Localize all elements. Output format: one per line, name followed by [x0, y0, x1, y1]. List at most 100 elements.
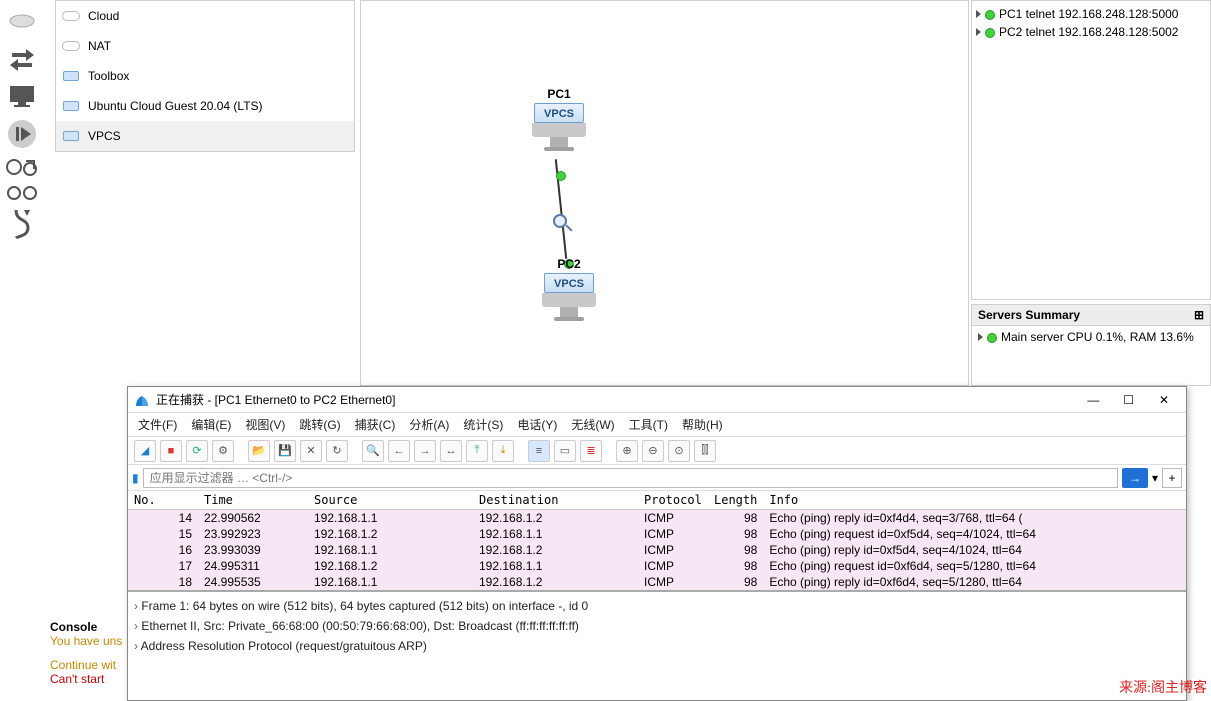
- options-button[interactable]: ⚙: [212, 440, 234, 462]
- detail-ethernet[interactable]: Ethernet II, Src: Private_66:68:00 (00:5…: [134, 616, 1180, 636]
- tool-monitor-icon[interactable]: [0, 78, 44, 114]
- menu-help[interactable]: 帮助(H): [682, 416, 723, 433]
- device-nat[interactable]: NAT: [56, 31, 354, 61]
- jump-button[interactable]: ↔: [440, 440, 462, 462]
- device-toolbox[interactable]: Toolbox: [56, 61, 354, 91]
- servers-summary: Servers Summary⊞ Main server CPU 0.1%, R…: [971, 304, 1211, 386]
- packet-row[interactable]: 1422.990562192.168.1.1192.168.1.2ICMP98E…: [128, 510, 1186, 527]
- toolbar: ◢ ■ ⟳ ⚙ 📂 💾 ✕ ↻ 🔍 ← → ↔ ⤒ ⤓ ≡ ▭ ≣ ⊕ ⊖ ⊙ …: [128, 437, 1186, 465]
- watermark: 来源:阁主博客: [1119, 677, 1207, 697]
- status-icon: [987, 333, 997, 343]
- zoom-out-button[interactable]: ⊖: [642, 440, 664, 462]
- menu-edit[interactable]: 编辑(E): [191, 416, 231, 433]
- bookmark-icon[interactable]: ▮: [132, 471, 139, 485]
- menu-wireless[interactable]: 无线(W): [571, 416, 614, 433]
- console-line: Can't start: [50, 672, 126, 686]
- colorize-button[interactable]: ▭: [554, 440, 576, 462]
- next-button[interactable]: →: [414, 440, 436, 462]
- autoscroll-button[interactable]: ≡: [528, 440, 550, 462]
- device-label: Toolbox: [88, 69, 129, 83]
- close-file-button[interactable]: ✕: [300, 440, 322, 462]
- expand-icon[interactable]: [976, 28, 981, 36]
- app-icon: [134, 392, 150, 408]
- close-button[interactable]: ✕: [1148, 393, 1180, 407]
- packet-row[interactable]: 1824.995535192.168.1.1192.168.1.2ICMP98E…: [128, 574, 1186, 590]
- add-filter-button[interactable]: +: [1162, 468, 1182, 488]
- device-ubuntu[interactable]: Ubuntu Cloud Guest 20.04 (LTS): [56, 91, 354, 121]
- col-destination[interactable]: Destination: [473, 491, 638, 510]
- device-label: NAT: [88, 39, 111, 53]
- list-button[interactable]: ≣: [580, 440, 602, 462]
- open-button[interactable]: 📂: [248, 440, 270, 462]
- menu-telephony[interactable]: 电话(Y): [517, 416, 557, 433]
- col-time[interactable]: Time: [198, 491, 308, 510]
- zoom-in-button[interactable]: ⊕: [616, 440, 638, 462]
- cloud-icon: [62, 38, 80, 54]
- panel-menu-icon[interactable]: ⊞: [1194, 308, 1204, 322]
- window-titlebar[interactable]: 正在捕获 - [PC1 Ethernet0 to PC2 Ethernet0] …: [128, 387, 1186, 413]
- topology-canvas[interactable]: PC1 VPCS PC2 VPCS: [360, 0, 969, 386]
- topo-item-pc2[interactable]: PC2 telnet 192.168.248.128:5002: [976, 23, 1206, 41]
- menu-capture[interactable]: 捕获(C): [355, 416, 396, 433]
- capture-icon[interactable]: [553, 214, 573, 234]
- col-info[interactable]: Info: [763, 491, 1186, 510]
- tool-arrows-icon[interactable]: [0, 40, 44, 76]
- node-pc2[interactable]: PC2 VPCS: [541, 257, 597, 321]
- packet-list[interactable]: No. Time Source Destination Protocol Len…: [128, 491, 1186, 590]
- packet-row[interactable]: 1623.993039192.168.1.1192.168.1.2ICMP98E…: [128, 542, 1186, 558]
- col-source[interactable]: Source: [308, 491, 473, 510]
- col-length[interactable]: Length: [708, 491, 763, 510]
- col-no[interactable]: No.: [128, 491, 198, 510]
- cloud-icon: [62, 8, 80, 24]
- device-label: VPCS: [88, 129, 121, 143]
- filter-input[interactable]: [143, 468, 1118, 488]
- tool-cable-icon[interactable]: [0, 206, 44, 242]
- dropdown-icon[interactable]: ▾: [1152, 471, 1158, 485]
- stop-capture-button[interactable]: ■: [160, 440, 182, 462]
- first-button[interactable]: ⤒: [466, 440, 488, 462]
- topo-item-pc1[interactable]: PC1 telnet 192.168.248.128:5000: [976, 5, 1206, 23]
- node-pc1[interactable]: PC1 VPCS: [531, 87, 587, 151]
- packet-row[interactable]: 1724.995311192.168.1.2192.168.1.1ICMP98E…: [128, 558, 1186, 574]
- device-vpcs[interactable]: VPCS: [56, 121, 354, 151]
- tool-circles-icon[interactable]: [0, 182, 44, 204]
- expand-icon[interactable]: [976, 10, 981, 18]
- topo-label: PC1 telnet 192.168.248.128:5000: [999, 7, 1178, 21]
- start-capture-button[interactable]: ◢: [134, 440, 156, 462]
- packet-row[interactable]: 1523.992923192.168.1.2192.168.1.1ICMP98E…: [128, 526, 1186, 542]
- menu-stats[interactable]: 统计(S): [463, 416, 503, 433]
- menu-view[interactable]: 视图(V): [245, 416, 285, 433]
- zoom-reset-button[interactable]: ⊙: [668, 440, 690, 462]
- minimize-button[interactable]: —: [1077, 393, 1109, 407]
- menu-tools[interactable]: 工具(T): [629, 416, 668, 433]
- col-protocol[interactable]: Protocol: [638, 491, 708, 510]
- expand-icon[interactable]: [978, 333, 983, 341]
- detail-frame[interactable]: Frame 1: 64 bytes on wire (512 bits), 64…: [134, 596, 1180, 616]
- tool-refresh-icon[interactable]: [0, 154, 44, 180]
- device-label: Ubuntu Cloud Guest 20.04 (LTS): [88, 99, 263, 113]
- filter-bar: ▮ → ▾ +: [128, 465, 1186, 491]
- device-panel: Cloud NAT Toolbox Ubuntu Cloud Guest 20.…: [55, 0, 355, 152]
- tool-cloud-icon[interactable]: [0, 2, 44, 38]
- find-button[interactable]: 🔍: [362, 440, 384, 462]
- save-button[interactable]: 💾: [274, 440, 296, 462]
- reload-button[interactable]: ↻: [326, 440, 348, 462]
- packet-details[interactable]: Frame 1: 64 bytes on wire (512 bits), 64…: [128, 590, 1186, 660]
- restart-capture-button[interactable]: ⟳: [186, 440, 208, 462]
- menu-analyze[interactable]: 分析(A): [409, 416, 449, 433]
- prev-button[interactable]: ←: [388, 440, 410, 462]
- apply-filter-button[interactable]: →: [1122, 468, 1148, 488]
- device-label: Cloud: [88, 9, 119, 23]
- topology-summary: PC1 telnet 192.168.248.128:5000 PC2 teln…: [971, 0, 1211, 300]
- resize-cols-button[interactable]: ⫿⫿: [694, 440, 716, 462]
- device-cloud[interactable]: Cloud: [56, 1, 354, 31]
- vpcs-badge: VPCS: [544, 273, 594, 293]
- window-title: 正在捕获 - [PC1 Ethernet0 to PC2 Ethernet0]: [156, 391, 395, 408]
- menu-file[interactable]: 文件(F): [138, 416, 177, 433]
- console-title: Console: [50, 620, 126, 634]
- maximize-button[interactable]: ☐: [1113, 393, 1145, 407]
- tool-step-icon[interactable]: [0, 116, 44, 152]
- detail-arp[interactable]: Address Resolution Protocol (request/gra…: [134, 636, 1180, 656]
- last-button[interactable]: ⤓: [492, 440, 514, 462]
- menu-go[interactable]: 跳转(G): [299, 416, 340, 433]
